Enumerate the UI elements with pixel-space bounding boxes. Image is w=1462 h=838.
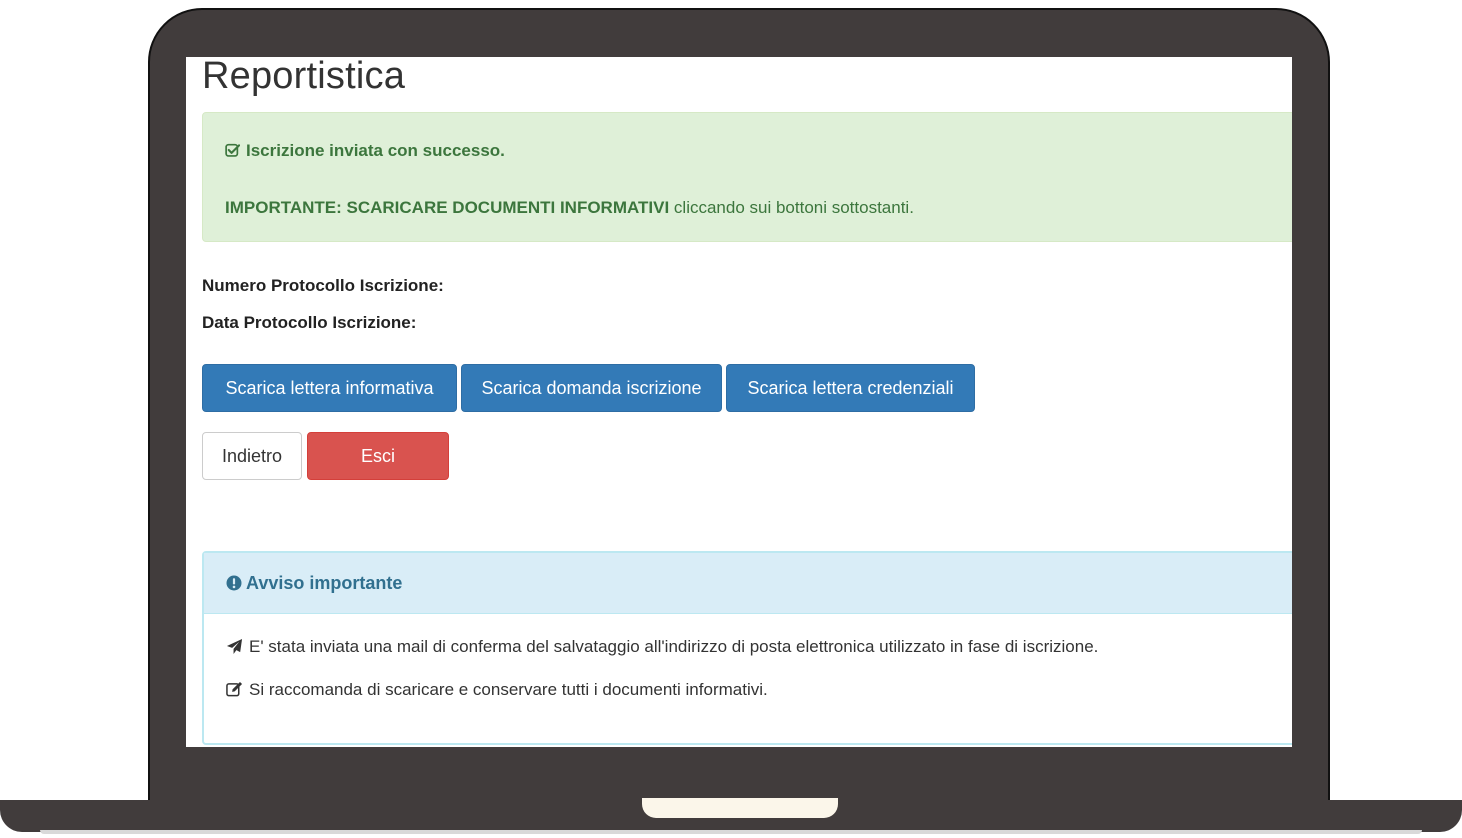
protocol-number-label: Numero Protocollo Iscrizione:: [202, 276, 444, 295]
laptop-notch: [642, 798, 838, 818]
notice-line-email: E' stata inviata una mail di conferma de…: [226, 637, 1098, 657]
laptop-mockup: Reportistica Iscrizione inviata con succ…: [0, 0, 1462, 838]
page-title: Reportistica: [202, 57, 406, 97]
exit-button[interactable]: Esci: [307, 432, 449, 480]
back-button[interactable]: Indietro: [202, 432, 302, 480]
notice-heading-text: Avviso importante: [246, 573, 403, 593]
notice-panel: Avviso importante E' stata inviata una m…: [202, 551, 1292, 745]
exclamation-circle-icon: [226, 575, 242, 591]
notice-line-documents: Si raccomanda di scaricare e conservare …: [226, 680, 768, 700]
success-alert: Iscrizione inviata con successo. IMPORTA…: [202, 112, 1292, 242]
paper-plane-icon: [226, 638, 243, 655]
important-message-bold: IMPORTANTE: SCARICARE DOCUMENTI INFORMAT…: [225, 198, 670, 217]
edit-icon: [226, 681, 243, 698]
download-info-letter-button[interactable]: Scarica lettera informativa: [202, 364, 457, 412]
important-message: IMPORTANTE: SCARICARE DOCUMENTI INFORMAT…: [225, 198, 914, 218]
notice-line-documents-text: Si raccomanda di scaricare e conservare …: [249, 680, 768, 699]
page-content: Reportistica Iscrizione inviata con succ…: [202, 57, 1292, 747]
download-credentials-letter-button[interactable]: Scarica lettera credenziali: [726, 364, 975, 412]
notice-panel-heading: Avviso importante: [204, 553, 1292, 614]
check-square-icon: [225, 143, 241, 158]
laptop-base-shadow: [40, 830, 1422, 834]
protocol-date-label: Data Protocollo Iscrizione:: [202, 313, 417, 332]
notice-line-email-text: E' stata inviata una mail di conferma de…: [249, 637, 1099, 656]
download-application-button[interactable]: Scarica domanda iscrizione: [461, 364, 722, 412]
laptop-screen: Reportistica Iscrizione inviata con succ…: [186, 57, 1292, 747]
success-message-text: Iscrizione inviata con successo.: [246, 141, 505, 160]
important-message-rest: cliccando sui bottoni sottostanti.: [669, 198, 914, 217]
success-message: Iscrizione inviata con successo.: [225, 141, 505, 161]
